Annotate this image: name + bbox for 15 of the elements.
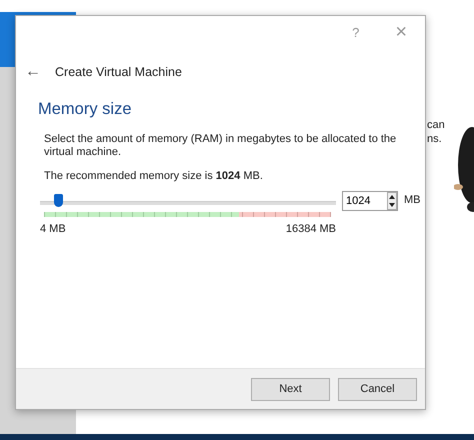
unit-label: MB: [404, 194, 420, 206]
dialog-button[interactable]: Next: [251, 378, 330, 400]
slider-thumb[interactable]: [54, 194, 64, 207]
page-heading: Memory size: [38, 100, 133, 119]
max-label: 16384 MB: [286, 223, 336, 235]
back-button[interactable]: ←: [25, 63, 41, 81]
dialog-button[interactable]: Cancel: [338, 378, 417, 400]
min-label: 4 MB: [40, 223, 66, 235]
recommendation-text: The recommended memory size is 1024 MB.: [44, 170, 264, 183]
background-text: ns.: [427, 132, 443, 146]
description-text: Select the amount of memory (RAM) in megabytes to be allocated to the virtual machine.: [44, 133, 398, 159]
window-title: Create Virtual Machine: [55, 65, 182, 79]
spin-arrows-icon[interactable]: [387, 192, 397, 210]
background-text: can: [427, 118, 445, 132]
spinbox-field[interactable]: 1024: [342, 191, 398, 211]
